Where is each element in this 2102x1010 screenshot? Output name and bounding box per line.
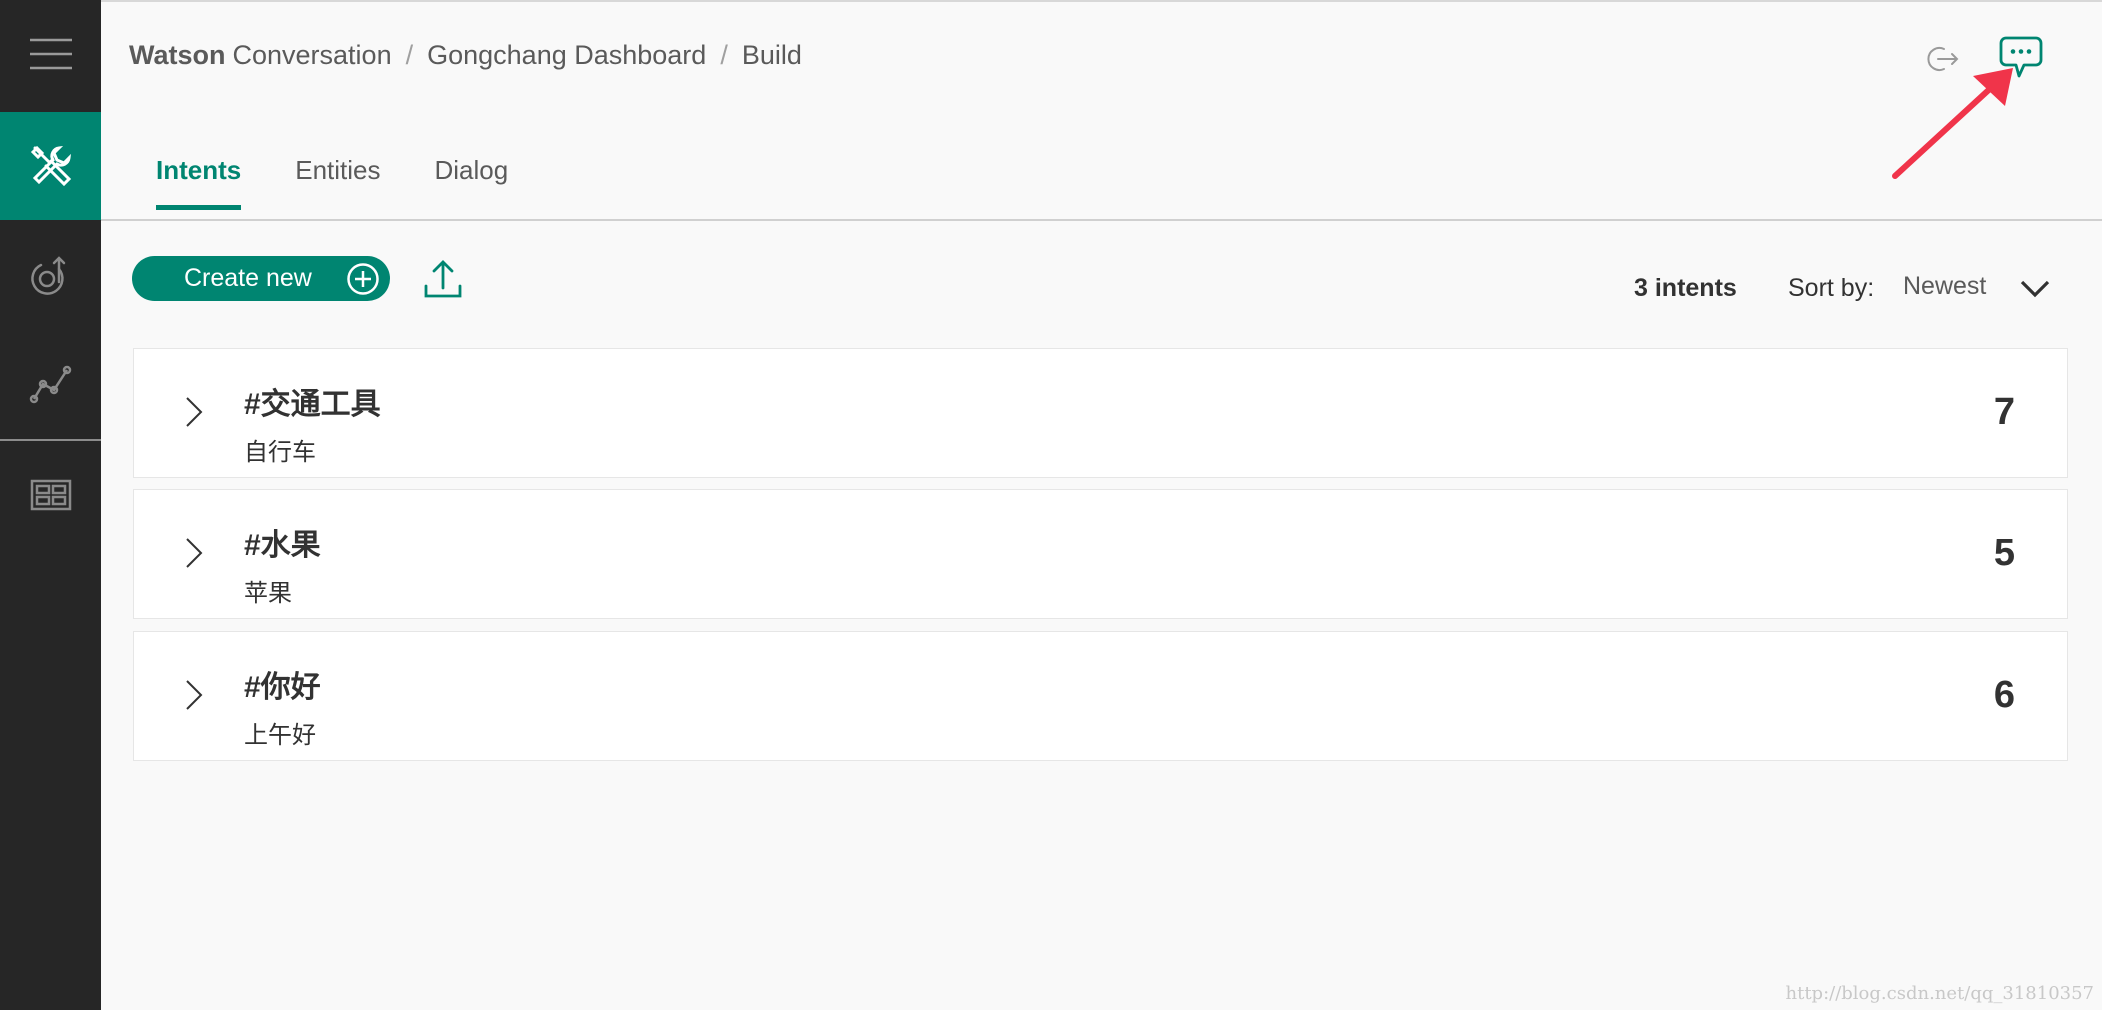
menu-icon xyxy=(29,38,72,70)
sidebar xyxy=(0,0,101,1010)
chevron-right-icon[interactable] xyxy=(184,395,204,429)
intent-row[interactable]: #水果 苹果 5 xyxy=(133,489,2068,619)
brand-name[interactable]: Watson xyxy=(129,40,226,71)
sidebar-item-deploy[interactable] xyxy=(0,222,101,330)
breadcrumb: Watson Conversation / Gongchang Dashboar… xyxy=(129,40,802,71)
sidebar-item-analytics[interactable] xyxy=(0,330,101,438)
intent-example: 自行车 xyxy=(244,439,316,466)
tab-divider xyxy=(101,219,2102,221)
annotation-arrow-icon xyxy=(1892,68,2013,179)
intent-example-count: 5 xyxy=(1993,532,2015,574)
watermark: http://blog.csdn.net/qq_31810357 xyxy=(1785,983,2095,1004)
breadcrumb-workspace[interactable]: Gongchang Dashboard xyxy=(427,40,706,71)
product-name[interactable]: Conversation xyxy=(233,40,392,71)
tools-icon xyxy=(30,145,71,187)
intent-example: 苹果 xyxy=(244,580,292,607)
create-new-label: Create new xyxy=(184,264,312,292)
sort-by-label: Sort by: xyxy=(1788,274,1875,302)
chevron-right-icon[interactable] xyxy=(184,536,204,570)
breadcrumb-separator: / xyxy=(720,40,728,70)
intent-count-label: 3 intents xyxy=(1634,274,1737,302)
chevron-down-icon[interactable] xyxy=(2018,278,2052,300)
plus-circle-icon xyxy=(347,263,379,295)
chevron-right-icon[interactable] xyxy=(184,678,204,712)
main-panel: Watson Conversation / Gongchang Dashboar… xyxy=(101,0,2102,1010)
sidebar-item-dashboard[interactable] xyxy=(0,441,101,549)
intent-row[interactable]: #交通工具 自行车 7 xyxy=(133,348,2068,478)
sidebar-item-build[interactable] xyxy=(0,112,101,220)
sort-select[interactable]: Newest xyxy=(1903,272,1986,301)
intent-name[interactable]: #交通工具 xyxy=(244,379,381,423)
menu-button[interactable] xyxy=(0,0,101,108)
tab-bar: Intents Entities Dialog xyxy=(156,145,562,210)
intent-row[interactable]: #你好 上午好 6 xyxy=(133,631,2068,761)
deploy-icon xyxy=(30,256,65,295)
intent-example-count: 7 xyxy=(1993,391,2015,433)
analytics-icon xyxy=(29,365,71,404)
intent-name[interactable]: #你好 xyxy=(244,662,321,706)
top-border xyxy=(101,0,2102,2)
tab-intents[interactable]: Intents xyxy=(156,145,242,210)
breadcrumb-page: Build xyxy=(741,40,802,70)
intent-example-count: 6 xyxy=(1993,674,2015,716)
upload-icon xyxy=(424,260,462,298)
intent-example: 上午好 xyxy=(244,722,316,749)
create-new-button[interactable]: Create new xyxy=(132,256,390,301)
dashboard-icon xyxy=(30,479,71,511)
tab-entities[interactable]: Entities xyxy=(295,145,380,210)
intent-name[interactable]: #水果 xyxy=(244,520,321,564)
import-button[interactable] xyxy=(423,258,463,300)
tab-dialog[interactable]: Dialog xyxy=(435,145,509,210)
breadcrumb-separator: / xyxy=(405,40,414,70)
